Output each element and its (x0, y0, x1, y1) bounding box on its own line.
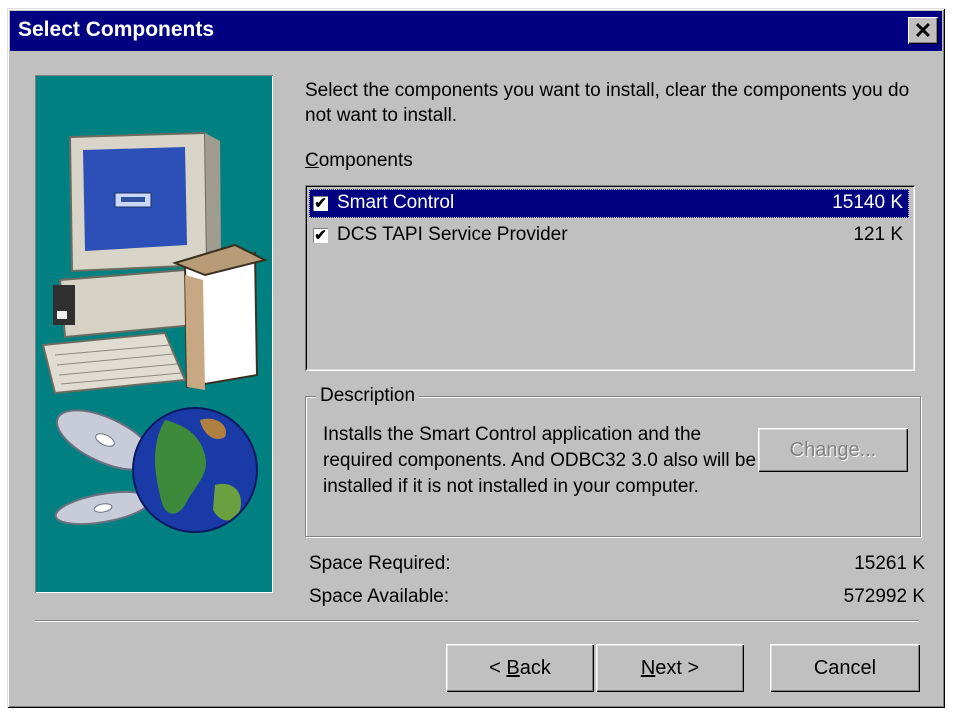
next-button[interactable]: Next > (596, 644, 744, 692)
component-name: Smart Control (337, 192, 455, 213)
separator (35, 620, 919, 622)
window-title: Select Components (18, 18, 215, 41)
space-required-label: Space Required: (309, 553, 451, 574)
checkbox-smart-control[interactable]: ✔ (313, 196, 328, 211)
components-label: Components (305, 150, 413, 171)
component-size: 121 K (853, 224, 903, 245)
component-item-smart-control[interactable]: ✔ Smart Control 15140 K (309, 189, 909, 218)
back-button[interactable]: < Back (446, 644, 594, 692)
setup-illustration (35, 75, 273, 593)
checkbox-dcs-tapi[interactable]: ✔ (313, 228, 328, 243)
description-title: Description (316, 385, 420, 407)
change-button[interactable]: Change... (758, 428, 908, 472)
intro-text: Select the components you want to instal… (305, 80, 910, 126)
description-text: Installs the Smart Control application a… (323, 424, 757, 497)
component-item-dcs-tapi[interactable]: ✔ DCS TAPI Service Provider 121 K (309, 221, 909, 250)
computer-and-globe-illustration (41, 131, 268, 533)
components-listbox[interactable]: ✔ Smart Control 15140 K ✔ DCS TAPI Servi… (305, 185, 915, 371)
cancel-button[interactable]: Cancel (770, 644, 920, 692)
space-required-value: 15261 K (854, 553, 925, 574)
title-bar[interactable]: Select Components ✕ (10, 11, 942, 51)
component-size: 15140 K (832, 192, 903, 213)
close-icon: ✕ (913, 17, 933, 43)
space-available-value: 572992 K (843, 586, 925, 607)
close-button[interactable]: ✕ (908, 17, 938, 44)
component-name: DCS TAPI Service Provider (337, 224, 568, 245)
space-available-label: Space Available: (309, 586, 450, 607)
